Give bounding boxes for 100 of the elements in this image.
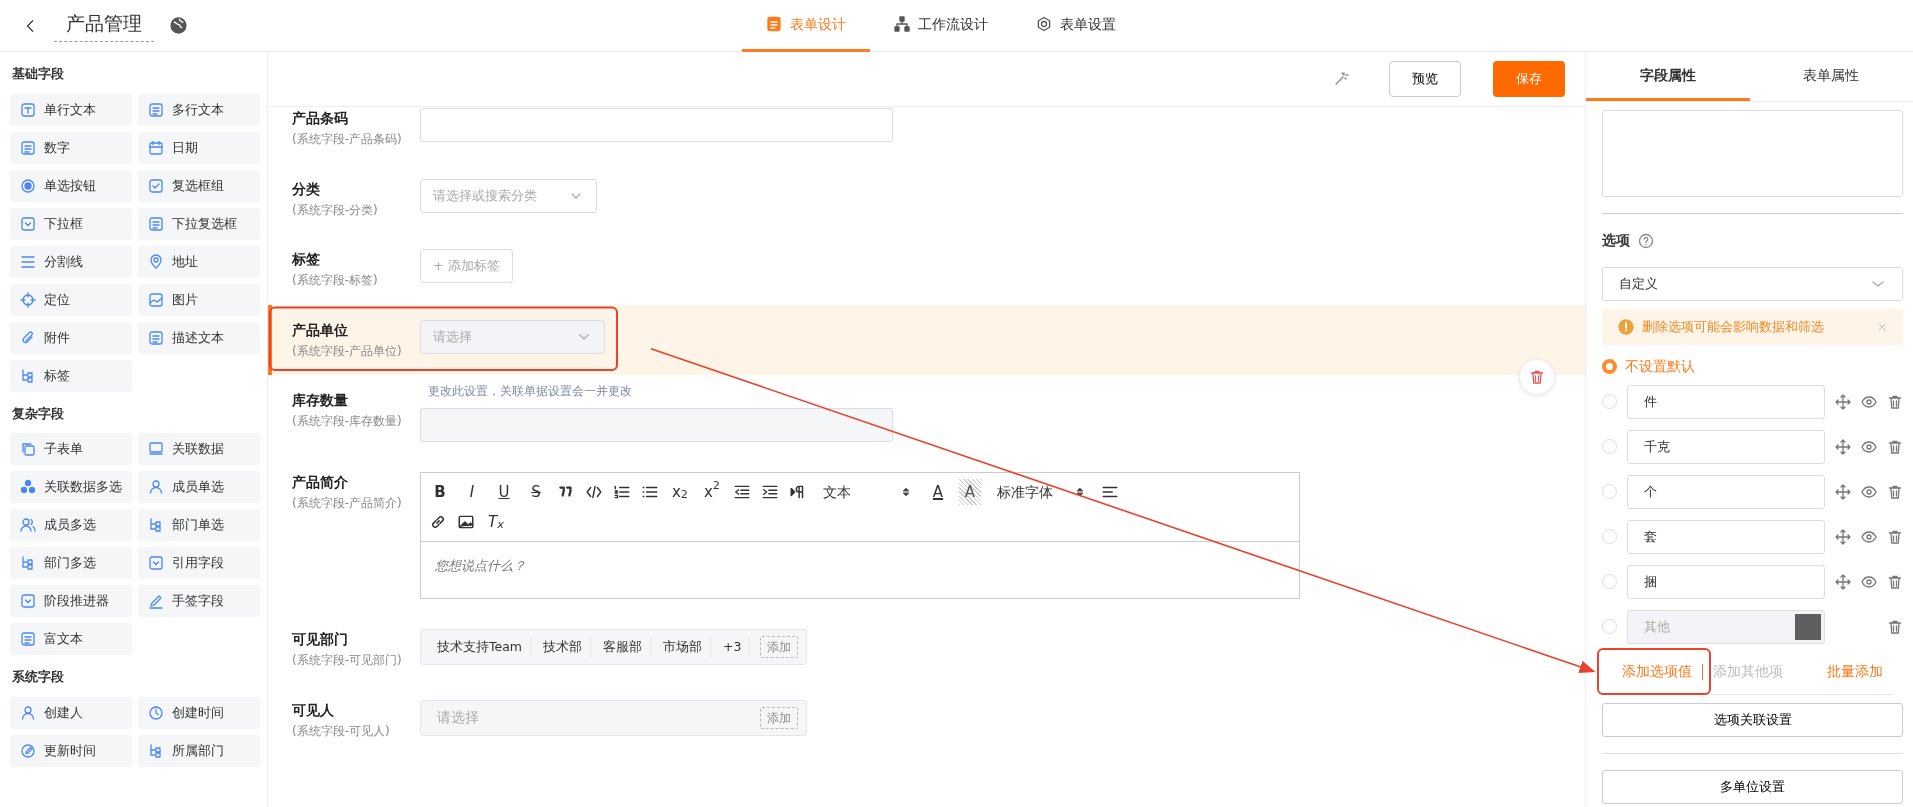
form-row[interactable]: 产品简介 (系统字段-产品简介) B I U S x$_{2}$ x$^{2}$ 文本 A A 标准字体 T$_{x}$ 您想说点什么？ [268,457,1585,614]
field-type-item[interactable]: 富文本 [10,623,132,655]
field-type-item[interactable]: 单选按钮 [10,169,132,202]
people-field[interactable]: 请选择 添加 [420,699,807,736]
rich-text-editor[interactable]: B I U S x$_{2}$ x$^{2}$ 文本 A A 标准字体 T$_{x}$ 您想说点什么？ [420,472,1300,599]
move-icon[interactable] [1835,483,1851,500]
field-type-item[interactable]: 数字 [10,131,132,164]
option-field[interactable]: 千克 [1627,429,1825,464]
form-row[interactable]: 库存数量 (系统字段-库存数量) 更改此设置，关联单据设置会一并更改 [268,375,1585,457]
location-pin-icon [148,253,164,270]
eye-icon[interactable] [1861,438,1877,455]
indent-icon[interactable] [761,483,779,501]
field-type-item[interactable]: 多行文本 [138,93,260,126]
field-type-item[interactable]: 定位 [10,283,132,316]
warning-icon [1618,319,1634,335]
trash-icon[interactable] [1887,618,1903,635]
tab[interactable]: 表单属性 [1749,52,1913,101]
form-row[interactable]: 可见人 (系统字段-可见人) 请选择 添加 [268,684,1585,755]
eye-icon[interactable] [1861,573,1877,590]
delete-button[interactable] [1519,359,1555,395]
field-type-item[interactable]: 标签 [10,359,132,392]
field-type-item[interactable]: 创建人 [10,696,132,729]
move-icon[interactable] [1835,393,1851,410]
field-type-item[interactable]: 图片 [138,283,260,316]
code-icon[interactable] [585,483,603,501]
format-select[interactable]: 文本 [817,479,917,505]
field-type-item[interactable]: 复选框组 [138,169,260,202]
form-row[interactable]: 标签 (系统字段-标签) + 添加标签 [268,234,1585,305]
page-title[interactable]: 产品管理 [54,8,154,43]
field-type-item[interactable]: 单行文本 [10,93,132,126]
field-type-item[interactable]: 引用字段 [138,547,260,579]
form-row[interactable]: 分类 (系统字段-分类) 请选择或搜索分类 [268,163,1585,234]
format-select[interactable]: 标准字体 [991,479,1091,505]
color-swatch[interactable] [1795,613,1822,640]
radio-button[interactable] [1602,358,1617,374]
form-row[interactable]: 产品条码 (系统字段-产品条码) [268,107,1585,164]
trash-icon[interactable] [1887,483,1903,500]
option-field[interactable]: 捆 [1627,564,1825,599]
move-icon[interactable] [1835,573,1851,590]
field-type-item[interactable]: 日期 [138,131,260,164]
field-type-item[interactable]: 地址 [138,245,260,278]
eye-icon[interactable] [1861,528,1877,545]
input-field[interactable] [420,108,893,142]
eye-icon[interactable] [1861,483,1877,500]
field-type-item[interactable]: 阶段推进器 [10,585,132,617]
field-type-item[interactable]: 附件 [10,321,132,354]
form-row[interactable]: 可见部门 (系统字段-可见部门) 技术支持Team 技术部 客服部 市场部 +3 添加 [268,614,1585,685]
format-button[interactable]: I [461,479,483,505]
preview-button[interactable]: 预览 [1389,61,1461,97]
form-row[interactable]: 产品单位 (系统字段-产品单位) 请选择 [268,304,1585,375]
field-type-item[interactable]: 部门多选 [10,547,132,579]
field-type-item[interactable]: 关联数据多选 [10,471,132,503]
field-type-item[interactable]: 成员单选 [138,471,260,503]
format-button[interactable]: x$_{2}$ [669,479,691,505]
tab[interactable]: 工作流设计 [870,0,1012,52]
eye-icon[interactable] [1861,393,1877,410]
image-icon[interactable] [457,513,475,531]
magic-wand-icon[interactable] [1333,71,1349,87]
settings-button[interactable]: 多单位设置 [1602,770,1903,804]
input-field[interactable] [420,408,893,442]
tab[interactable]: 表单设置 [1012,0,1140,52]
option-field[interactable]: 套 [1627,519,1825,554]
link-icon[interactable] [429,513,447,531]
field-type-item[interactable]: 创建时间 [138,696,260,729]
format-button[interactable]: x$^{2}$ [701,479,723,505]
field-type-item[interactable]: 下拉复选框 [138,207,260,240]
ordered-list-icon[interactable] [613,483,631,501]
format-button[interactable]: U [493,479,515,505]
option-field[interactable]: 件 [1627,384,1825,419]
field-type-item[interactable]: 子表单 [10,433,132,465]
move-icon[interactable] [1835,438,1851,455]
field-type-item[interactable]: 手签字段 [138,585,260,617]
settings-button[interactable]: 选项关联设置 [1602,703,1903,737]
add-button[interactable]: 添加 [760,706,798,729]
help-icon[interactable] [1638,232,1654,249]
field-type-item[interactable]: 成员多选 [10,509,132,541]
field-type-item[interactable]: 所属部门 [138,734,260,767]
trash-icon[interactable] [1887,573,1903,590]
tab[interactable]: 字段属性 [1586,52,1750,101]
field-type-item[interactable]: 更新时间 [10,734,132,767]
format-button[interactable]: A [927,479,949,505]
field-type-item[interactable]: 描述文本 [138,321,260,354]
hierarchy-icon [148,517,164,533]
outdent-icon[interactable] [733,483,751,501]
field-type-item[interactable]: 部门单选 [138,509,260,541]
add-button[interactable]: 添加 [760,636,798,658]
tag-field[interactable]: 技术支持Team 技术部 客服部 市场部 +3 添加 [420,629,807,665]
trash-icon[interactable] [1887,438,1903,455]
field-type-item[interactable]: 分割线 [10,245,132,278]
format-button[interactable]: S [525,479,547,505]
format-button[interactable]: T$_{x}$ [485,509,507,535]
field-type-item[interactable]: 关联数据 [138,433,260,465]
format-button[interactable]: B [429,479,451,505]
trash-icon[interactable] [1887,528,1903,545]
option-field[interactable]: 个 [1627,474,1825,509]
select-field[interactable]: 自定义 [1602,267,1903,301]
move-icon[interactable] [1835,528,1851,545]
trash-icon[interactable] [1887,393,1903,410]
field-type-item[interactable]: 下拉框 [10,207,132,240]
format-button[interactable]: A [959,479,981,505]
